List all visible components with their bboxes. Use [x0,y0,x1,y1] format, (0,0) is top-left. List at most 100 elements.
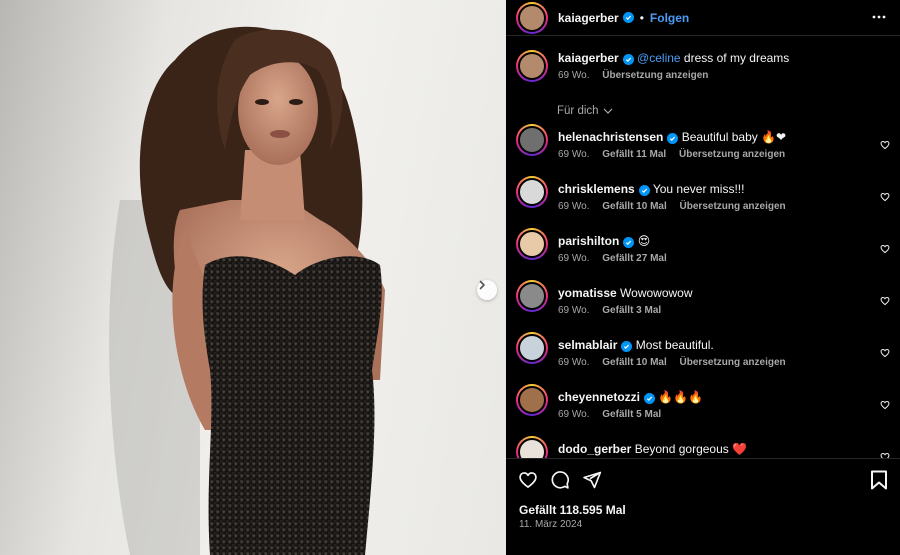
portrait-image [109,26,385,555]
comment-row: parishilton 😍 69 Wo. Gefällt 27 Mal [516,228,900,280]
commenter-username[interactable]: parishilton [558,234,619,248]
comment-like-button[interactable] [880,189,890,207]
heart-icon [880,192,890,202]
more-options-button[interactable] [872,10,886,29]
commenter-avatar-image [518,230,546,258]
commenter-username[interactable]: selmablair [558,338,617,352]
separator-dot: • [639,10,644,25]
verified-badge-icon [622,12,634,23]
post-photo[interactable] [0,0,506,555]
comment-like-button[interactable] [880,137,890,155]
caption-username[interactable]: kaiagerber [558,51,619,65]
commenter-username[interactable]: yomatisse [558,286,617,300]
comment-bubble-icon[interactable] [550,470,570,490]
comment-row: dodo_gerber Beyond gorgeous ❤️ [516,436,900,458]
comment-likes[interactable]: Gefällt 3 Mal [602,305,661,316]
commenter-username[interactable]: helenachristensen [558,130,663,144]
commenter-avatar-image [518,386,546,414]
comment-row: cheyennetozzi 🔥🔥🔥 69 Wo. Gefällt 5 Mal [516,384,900,436]
post-actions: Gefällt 118.595 Mal 11. März 2024 [506,458,900,555]
comment-translate-link[interactable]: Übersetzung anzeigen [680,201,786,212]
commenter-username[interactable]: cheyennetozzi [558,390,640,404]
commenter-username[interactable]: dodo_gerber [558,442,631,456]
caption-text: dress of my dreams [680,51,790,65]
comment-text: 🔥🔥🔥 [658,390,704,404]
commenter-username[interactable]: chrisklemens [558,182,635,196]
commenter-avatar[interactable] [516,384,548,416]
save-bookmark-button[interactable] [870,470,888,495]
comment-likes[interactable]: Gefällt 10 Mal [602,357,666,368]
commenter-avatar-image [518,334,546,362]
post-caption: kaiagerber @celine dress of my dreams 69… [516,50,886,82]
comment-like-button[interactable] [880,293,890,311]
caption-avatar[interactable] [516,50,548,82]
commenter-avatar[interactable] [516,228,548,260]
comment-list[interactable]: helenachristensen Beautiful baby 🔥❤ 69 W… [516,124,900,458]
commenter-avatar-image [518,126,546,154]
heart-icon [880,400,890,410]
comment-text: 😍 [637,234,651,248]
caption-age[interactable]: 69 Wo. [558,70,590,81]
comment-likes[interactable]: Gefällt 11 Mal [602,149,666,160]
post-header: kaiagerber • Folgen [506,0,900,36]
next-image-button[interactable] [477,280,497,300]
comment-text: Beautiful baby 🔥❤ [681,130,787,144]
comment-row: yomatisse Wowowowow 69 Wo. Gefällt 3 Mal [516,280,900,332]
verified-badge-icon [667,133,679,144]
comment-translate-link[interactable]: Übersetzung anzeigen [679,149,785,160]
post-sidebar: kaiagerber • Folgen kaiagerber @celine d… [506,0,900,555]
heart-icon [880,140,890,150]
comment-age[interactable]: 69 Wo. [558,253,590,264]
caption-mention-link[interactable]: @celine [637,51,681,65]
comment-sort-dropdown[interactable]: Für dich [557,105,613,117]
comment-age[interactable]: 69 Wo. [558,201,590,212]
share-send-icon[interactable] [582,470,602,490]
verified-badge-icon [621,341,633,352]
commenter-avatar[interactable] [516,176,548,208]
commenter-avatar[interactable] [516,332,548,364]
comment-like-button[interactable] [880,345,890,363]
commenter-avatar[interactable] [516,124,548,156]
comment-like-button[interactable] [880,397,890,415]
heart-icon [880,296,890,306]
author-avatar[interactable] [516,1,548,34]
heart-icon [880,244,890,254]
author-username[interactable]: kaiagerber [558,11,619,25]
like-count[interactable]: Gefällt 118.595 Mal [519,503,626,517]
like-heart-icon[interactable] [518,470,538,490]
verified-badge-icon [623,237,635,248]
comment-sort-label: Für dich [557,105,599,117]
more-horizontal-icon [872,15,886,19]
caption-translate-link[interactable]: Übersetzung anzeigen [602,70,708,81]
comment-likes[interactable]: Gefällt 5 Mal [602,409,661,420]
comment-row: helenachristensen Beautiful baby 🔥❤ 69 W… [516,124,900,176]
comment-text: You never miss!!! [652,182,745,196]
comment-likes[interactable]: Gefällt 27 Mal [602,253,666,264]
commenter-avatar-image [518,438,546,458]
comment-row: selmablair Most beautiful. 69 Wo. Gefäll… [516,332,900,384]
commenter-avatar[interactable] [516,280,548,312]
comment-text: Beyond gorgeous ❤️ [634,442,748,456]
commenter-avatar-image [518,178,546,206]
comment-age[interactable]: 69 Wo. [558,305,590,316]
comment-age[interactable]: 69 Wo. [558,357,590,368]
verified-badge-icon [644,393,656,404]
commenter-avatar[interactable] [516,436,548,458]
follow-button[interactable]: Folgen [650,11,689,25]
comment-age[interactable]: 69 Wo. [558,409,590,420]
verified-badge-icon [622,54,634,65]
commenter-avatar-image [518,282,546,310]
comment-row: chrisklemens You never miss!!! 69 Wo. Ge… [516,176,900,228]
heart-icon [880,348,890,358]
comment-translate-link[interactable]: Übersetzung anzeigen [680,357,786,368]
comment-text: Most beautiful. [635,338,714,352]
comment-age[interactable]: 69 Wo. [558,149,590,160]
comment-like-button[interactable] [880,241,890,259]
comment-like-button[interactable] [880,449,890,458]
bookmark-icon [871,470,887,490]
comment-likes[interactable]: Gefällt 10 Mal [602,201,666,212]
verified-badge-icon [638,185,650,196]
chevron-down-icon [603,108,612,114]
post-date: 11. März 2024 [519,519,583,530]
comment-text: Wowowowow [620,286,693,300]
